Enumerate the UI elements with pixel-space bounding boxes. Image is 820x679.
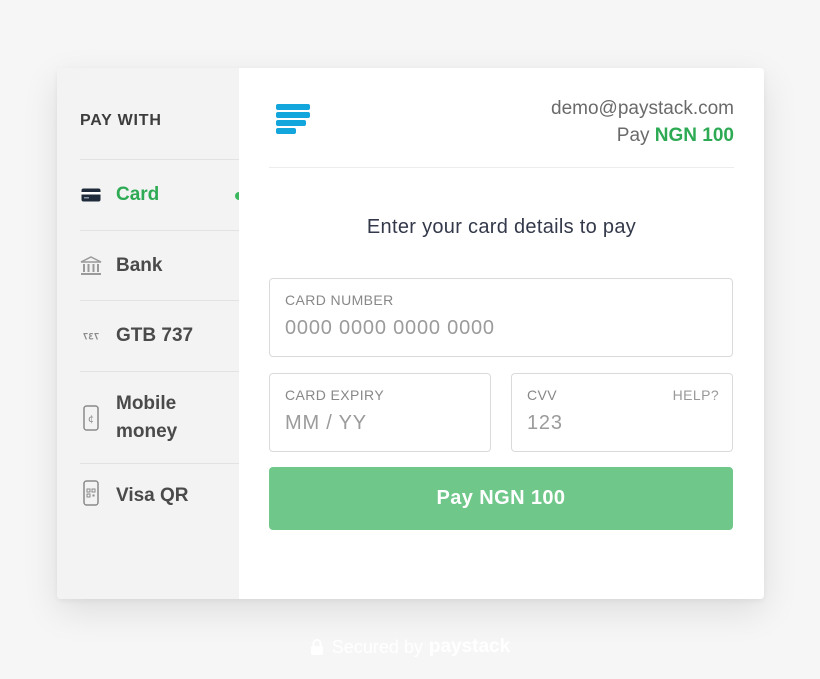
- payment-modal: PAY WITH Card Bank 737 GTB 737 ¢ Mobile …: [57, 68, 764, 599]
- paystack-brand: paystack: [428, 636, 511, 657]
- sidebar-item-label: GTB 737: [116, 325, 194, 346]
- ussd-737-icon: 737: [80, 325, 102, 347]
- payment-method-sidebar: PAY WITH Card Bank 737 GTB 737 ¢ Mobile …: [57, 68, 243, 599]
- card-number-input[interactable]: [285, 317, 720, 340]
- credit-card-icon: [80, 184, 102, 206]
- checkout-panel: demo@paystack.com Pay NGN 100 Enter your…: [239, 68, 764, 599]
- cvv-input[interactable]: [527, 412, 720, 435]
- sidebar-item-mobile-money[interactable]: ¢ Mobile money: [80, 371, 239, 463]
- pay-prefix: Pay: [616, 125, 650, 146]
- header-divider: [269, 167, 734, 168]
- card-number-label: CARD NUMBER: [285, 292, 394, 308]
- customer-email: demo@paystack.com: [551, 98, 734, 119]
- secured-text: Secured by: [331, 636, 423, 657]
- amount-value: NGN 100: [654, 125, 734, 146]
- svg-text:¢: ¢: [88, 414, 94, 425]
- ussd-737-icon-text: 737: [83, 332, 100, 342]
- payment-amount: Pay NGN 100: [551, 121, 734, 151]
- cvv-help-link[interactable]: HELP?: [673, 387, 719, 403]
- cvv-field[interactable]: CVV HELP?: [511, 373, 733, 452]
- merchant-info: demo@paystack.com Pay NGN 100: [551, 97, 734, 151]
- form-prompt: Enter your card details to pay: [366, 216, 637, 238]
- card-expiry-label: CARD EXPIRY: [285, 387, 385, 403]
- sidebar-item-card[interactable]: Card: [80, 159, 243, 230]
- sidebar-item-gtb-737[interactable]: 737 GTB 737: [80, 300, 239, 371]
- pay-button[interactable]: Pay NGN 100: [269, 467, 733, 530]
- card-number-field[interactable]: CARD NUMBER: [269, 278, 733, 357]
- cvv-label: CVV: [527, 387, 557, 403]
- secured-by-footer: Secured by paystack: [0, 636, 820, 658]
- sidebar-item-label: Mobile money: [116, 392, 178, 442]
- sidebar-item-bank[interactable]: Bank: [80, 230, 239, 300]
- sidebar-item-visa-qr[interactable]: Visa QR: [80, 463, 239, 527]
- pay-with-heading: PAY WITH: [80, 112, 162, 129]
- payment-method-menu: Card Bank 737 GTB 737 ¢ Mobile money Vis…: [80, 159, 243, 527]
- mobile-money-icon: ¢: [80, 404, 102, 431]
- paystack-logo-icon: [276, 104, 310, 138]
- bank-icon: [80, 255, 102, 277]
- sidebar-item-label: Visa QR: [116, 485, 189, 506]
- sidebar-item-label: Bank: [116, 254, 163, 276]
- qr-phone-icon: [80, 480, 102, 506]
- card-expiry-field[interactable]: CARD EXPIRY: [269, 373, 491, 452]
- sidebar-item-label: Card: [116, 184, 160, 205]
- lock-icon: [310, 638, 324, 656]
- card-expiry-input[interactable]: [285, 412, 478, 435]
